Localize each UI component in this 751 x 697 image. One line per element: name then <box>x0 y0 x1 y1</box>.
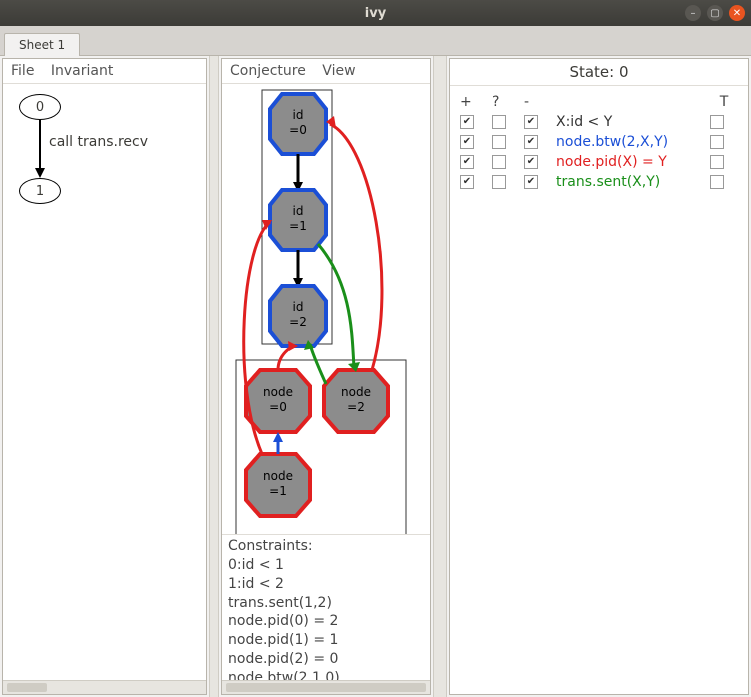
col-q: ? <box>492 94 520 110</box>
col-minus: - <box>524 94 552 110</box>
svg-text:=0: =0 <box>289 123 307 137</box>
right-pane: State: 0 + ? - T X:id < Y node.btw(2,X, <box>449 58 749 695</box>
col-t: T <box>710 94 738 110</box>
svg-text:=1: =1 <box>269 484 287 498</box>
menu-invariant[interactable]: Invariant <box>51 63 113 79</box>
constraints-title: Constraints: <box>228 537 424 556</box>
ring-node-2[interactable]: node =2 <box>324 370 388 432</box>
prop-row: node.pid(X) = Y <box>454 152 744 172</box>
svg-text:node: node <box>341 385 371 399</box>
constraint-line: node.pid(1) = 1 <box>228 631 424 650</box>
titlebar: ivy – ▢ ✕ <box>0 0 751 26</box>
constraint-line: node.pid(2) = 0 <box>228 650 424 669</box>
trace-node-0[interactable]: 0 <box>19 94 61 120</box>
trace-node-1[interactable]: 1 <box>19 178 61 204</box>
checkbox-q[interactable] <box>492 135 506 149</box>
prop-label[interactable]: trans.sent(X,Y) <box>556 174 706 190</box>
tab-sheet-1[interactable]: Sheet 1 <box>4 33 80 56</box>
svg-text:=2: =2 <box>347 400 365 414</box>
prop-label[interactable]: node.btw(2,X,Y) <box>556 134 706 150</box>
mid-menubar: Conjecture View <box>222 59 430 84</box>
constraint-line: node.pid(0) = 2 <box>228 612 424 631</box>
constraints-panel: Constraints: 0:id < 1 1:id < 2 trans.sen… <box>222 534 430 694</box>
checkbox-t[interactable] <box>710 135 724 149</box>
checkbox-plus[interactable] <box>460 135 474 149</box>
checkbox-plus[interactable] <box>460 175 474 189</box>
checkbox-minus[interactable] <box>524 155 538 169</box>
checkbox-minus[interactable] <box>524 175 538 189</box>
sash-left-mid[interactable] <box>209 56 219 697</box>
state-header: State: 0 <box>450 59 748 86</box>
constraint-line: trans.sent(1,2) <box>228 594 424 613</box>
svg-text:=1: =1 <box>289 219 307 233</box>
constraint-line: 1:id < 2 <box>228 575 424 594</box>
ring-node-0[interactable]: node =0 <box>246 370 310 432</box>
id-node-0[interactable]: id =0 <box>270 94 326 154</box>
prop-table: + ? - T X:id < Y node.btw(2,X,Y) <box>450 86 748 198</box>
prop-label[interactable]: node.pid(X) = Y <box>556 154 706 170</box>
svg-text:id: id <box>293 108 304 122</box>
close-button[interactable]: ✕ <box>729 5 745 21</box>
left-menubar: File Invariant <box>3 59 206 84</box>
checkbox-q[interactable] <box>492 175 506 189</box>
checkbox-minus[interactable] <box>524 115 538 129</box>
svg-text:node: node <box>263 469 293 483</box>
maximize-button[interactable]: ▢ <box>707 5 723 21</box>
menu-conjecture[interactable]: Conjecture <box>230 63 306 79</box>
checkbox-q[interactable] <box>492 115 506 129</box>
model-svg: id =0 id =1 id =2 <box>222 84 422 534</box>
checkbox-t[interactable] <box>710 175 724 189</box>
svg-text:id: id <box>293 204 304 218</box>
menu-file[interactable]: File <box>11 63 34 79</box>
mid-hscrollbar[interactable] <box>222 680 430 694</box>
tabbar: Sheet 1 <box>0 26 751 56</box>
window-title: ivy <box>365 6 386 21</box>
constraint-line: 0:id < 1 <box>228 556 424 575</box>
checkbox-plus[interactable] <box>460 115 474 129</box>
prop-row: node.btw(2,X,Y) <box>454 132 744 152</box>
checkbox-plus[interactable] <box>460 155 474 169</box>
ring-node-1[interactable]: node =1 <box>246 454 310 516</box>
mid-pane: Conjecture View id =0 <box>221 58 431 695</box>
id-node-2[interactable]: id =2 <box>270 286 326 346</box>
prop-row: X:id < Y <box>454 112 744 132</box>
trace-edge-label: call trans.recv <box>49 134 148 150</box>
trace-graph: 0 call trans.recv 1 <box>3 84 206 693</box>
minimize-button[interactable]: – <box>685 5 701 21</box>
col-plus: + <box>460 94 488 110</box>
svg-text:node: node <box>263 385 293 399</box>
main-content: File Invariant 0 call trans.recv 1 Conje… <box>0 56 751 697</box>
sash-mid-right[interactable] <box>433 56 447 697</box>
left-pane: File Invariant 0 call trans.recv 1 <box>2 58 207 695</box>
prop-header: + ? - T <box>454 92 744 112</box>
left-hscrollbar[interactable] <box>3 680 206 694</box>
id-node-1[interactable]: id =1 <box>270 190 326 250</box>
checkbox-minus[interactable] <box>524 135 538 149</box>
checkbox-t[interactable] <box>710 155 724 169</box>
checkbox-t[interactable] <box>710 115 724 129</box>
menu-view[interactable]: View <box>322 63 355 79</box>
svg-text:=2: =2 <box>289 315 307 329</box>
svg-text:id: id <box>293 300 304 314</box>
prop-row: trans.sent(X,Y) <box>454 172 744 192</box>
prop-label[interactable]: X:id < Y <box>556 114 706 130</box>
svg-text:=0: =0 <box>269 400 287 414</box>
checkbox-q[interactable] <box>492 155 506 169</box>
model-diagram[interactable]: id =0 id =1 id =2 <box>222 84 430 534</box>
